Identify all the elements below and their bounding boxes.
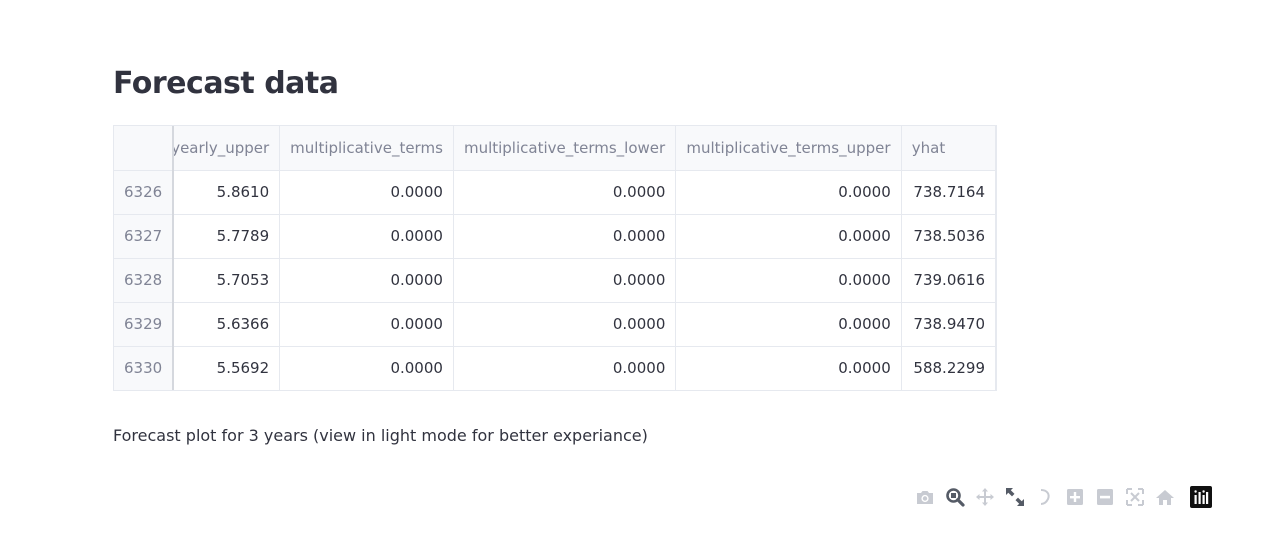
table-row: 6328 5.7053 0.0000 0.0000 0.0000 739.061… <box>114 258 996 303</box>
column-header-yearly-upper[interactable]: yearly_upper <box>173 126 281 171</box>
table-cell[interactable]: 0.0000 <box>675 302 902 347</box>
table-cell[interactable]: 0.0000 <box>453 346 677 390</box>
table-row: 6329 5.6366 0.0000 0.0000 0.0000 738.947… <box>114 302 996 347</box>
plotly-logo-icon[interactable] <box>1186 484 1216 510</box>
page-title: Forecast data <box>113 66 339 101</box>
data-grid: yearly_upper multiplicative_terms multip… <box>114 126 996 390</box>
table-cell[interactable]: 5.7789 <box>173 214 281 259</box>
zoom-icon[interactable] <box>940 484 970 510</box>
table-cell[interactable]: 738.5036 <box>901 214 996 259</box>
table-row: 6326 5.8610 0.0000 0.0000 0.0000 738.716… <box>114 170 996 215</box>
table-cell[interactable]: 0.0000 <box>675 214 902 259</box>
page: Forecast data yearly_upper multiplicativ… <box>0 0 1280 557</box>
table-cell[interactable]: 0.0000 <box>279 170 454 215</box>
row-index: 6328 <box>114 258 175 303</box>
table-cell[interactable]: 5.7053 <box>173 258 281 303</box>
table-cell[interactable]: 0.0000 <box>453 170 677 215</box>
table-cell[interactable]: 0.0000 <box>453 302 677 347</box>
camera-icon[interactable] <box>910 484 940 510</box>
lasso-icon[interactable] <box>1030 484 1060 510</box>
table-cell[interactable]: 738.7164 <box>901 170 996 215</box>
table-cell[interactable]: 5.5692 <box>173 346 281 390</box>
table-cell[interactable]: 588.2299 <box>901 346 996 390</box>
table-cell[interactable]: 0.0000 <box>453 214 677 259</box>
table-cell[interactable]: 0.0000 <box>675 170 902 215</box>
row-index: 6329 <box>114 302 175 347</box>
forecast-plot-caption: Forecast plot for 3 years (view in light… <box>113 426 648 445</box>
table-cell[interactable]: 5.6366 <box>173 302 281 347</box>
header-row: yearly_upper multiplicative_terms multip… <box>114 126 996 171</box>
pan-icon[interactable] <box>970 484 1000 510</box>
column-header-multiplicative-terms-lower[interactable]: multiplicative_terms_lower <box>453 126 677 171</box>
zoom-out-icon[interactable] <box>1090 484 1120 510</box>
zoom-in-icon[interactable] <box>1060 484 1090 510</box>
table-cell[interactable]: 0.0000 <box>453 258 677 303</box>
table-cell[interactable]: 5.8610 <box>173 170 281 215</box>
row-index: 6330 <box>114 346 175 390</box>
table-cell[interactable]: 0.0000 <box>279 346 454 390</box>
autoscale-icon[interactable] <box>1000 484 1030 510</box>
row-index: 6326 <box>114 170 175 215</box>
table-cell[interactable]: 0.0000 <box>279 258 454 303</box>
table-cell[interactable]: 0.0000 <box>279 302 454 347</box>
index-header[interactable] <box>114 126 175 171</box>
reset-axes-icon[interactable] <box>1120 484 1150 510</box>
column-header-multiplicative-terms[interactable]: multiplicative_terms <box>279 126 454 171</box>
table-cell[interactable]: 739.0616 <box>901 258 996 303</box>
plot-modebar <box>910 484 1216 510</box>
column-header-yhat[interactable]: yhat <box>901 126 996 171</box>
row-index: 6327 <box>114 214 175 259</box>
table-cell[interactable]: 0.0000 <box>675 258 902 303</box>
column-header-multiplicative-terms-upper[interactable]: multiplicative_terms_upper <box>675 126 902 171</box>
forecast-data-table[interactable]: yearly_upper multiplicative_terms multip… <box>113 125 997 391</box>
table-cell[interactable]: 738.9470 <box>901 302 996 347</box>
table-cell[interactable]: 0.0000 <box>675 346 902 390</box>
home-icon[interactable] <box>1150 484 1180 510</box>
table-cell[interactable]: 0.0000 <box>279 214 454 259</box>
table-row: 6327 5.7789 0.0000 0.0000 0.0000 738.503… <box>114 214 996 259</box>
table-row: 6330 5.5692 0.0000 0.0000 0.0000 588.229… <box>114 346 996 390</box>
